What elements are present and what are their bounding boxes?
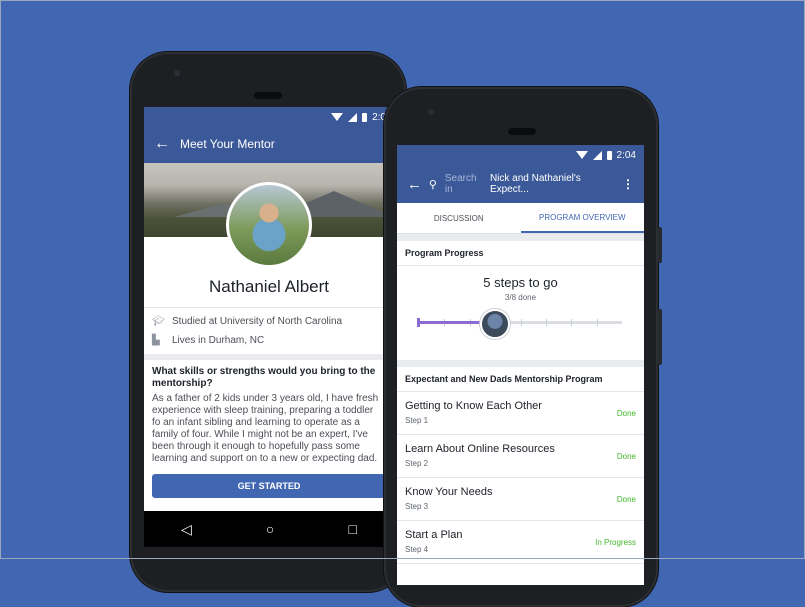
list-item[interactable]: Learn About Online Resources Step 2 Done (397, 435, 644, 478)
step-title: Learn About Online Resources (405, 443, 555, 455)
program-title: Expectant and New Dads Mentorship Progra… (397, 367, 644, 392)
back-arrow-icon[interactable]: ← (154, 135, 180, 153)
step-title: Know Your Needs (405, 486, 493, 498)
location-text: Lives in Durham, NC (172, 335, 265, 346)
list-item[interactable]: Getting to Know Each Other Step 1 Done (397, 392, 644, 435)
wifi-icon (331, 113, 344, 121)
step-list: Getting to Know Each Other Step 1 Done L… (397, 392, 644, 564)
status-time: 2:04 (616, 149, 636, 161)
profile-avatar[interactable] (226, 182, 312, 268)
education-row: 🎓︎ Studied at University of North Caroli… (144, 312, 394, 331)
speaker-grille (254, 92, 282, 99)
question-heading: What skills or strengths would you bring… (152, 366, 376, 389)
speaker-grille (508, 128, 536, 135)
tab-discussion[interactable]: DISCUSSION (397, 203, 521, 233)
progress-track (417, 318, 622, 327)
nav-home-icon[interactable]: ○ (266, 521, 274, 537)
tab-bar: DISCUSSION PROGRAM OVERVIEW (397, 203, 644, 234)
steps-to-go: 5 steps to go (483, 275, 558, 290)
done-count: 3/8 done (504, 293, 537, 302)
get-started-button[interactable]: GET STARTED (152, 474, 386, 498)
page-title: Meet Your Mentor (180, 137, 275, 151)
search-icon: ⚲ (428, 178, 437, 191)
android-nav-bar: ◁ ○ □ (144, 511, 394, 547)
list-item[interactable]: Know Your Needs Step 3 Done (397, 478, 644, 521)
step-status: Done (616, 452, 636, 461)
step-status: In Progress (595, 538, 636, 547)
location-row: ▙ Lives in Durham, NC (144, 331, 394, 350)
list-item[interactable]: Start a Plan Step 4 In Progress (397, 521, 644, 564)
app-header: 2:04 ← ⚲ Search in Nick and Nathaniel's … (397, 145, 644, 203)
step-status: Done (616, 409, 636, 418)
progress-section-title: Program Progress (397, 241, 644, 266)
progress-tick (520, 319, 522, 326)
status-bar: 2:04 (397, 145, 644, 165)
battery-icon (362, 112, 368, 122)
back-arrow-icon[interactable]: ← (407, 176, 429, 193)
phone-right: 2:04 ← ⚲ Search in Nick and Nathaniel's … (384, 87, 662, 607)
front-camera (174, 70, 180, 76)
wifi-icon (575, 151, 588, 159)
nav-back-icon[interactable]: ◁ (181, 521, 192, 538)
step-number: Step 3 (405, 502, 429, 511)
profile-name: Nathaniel Albert (208, 277, 330, 296)
progress-tick (545, 319, 547, 326)
progress-tick (571, 319, 573, 326)
progress-box: 5 steps to go 3/8 done (397, 266, 644, 360)
app-header: 2:0 ← Meet Your Mentor (144, 107, 394, 163)
building-icon: ▙ (152, 335, 160, 346)
phone-left: 2:0 ← Meet Your Mentor Nathaniel Albert … (130, 52, 406, 592)
progress-avatar-marker (480, 309, 511, 339)
right-screen: 2:04 ← ⚲ Search in Nick and Nathaniel's … (397, 145, 644, 585)
left-screen: 2:0 ← Meet Your Mentor Nathaniel Albert … (144, 107, 394, 547)
graduation-cap-icon: 🎓︎ (152, 316, 165, 327)
step-title: Getting to Know Each Other (405, 400, 542, 412)
power-button (658, 309, 662, 365)
education-text: Studied at University of North Carolina (172, 316, 343, 327)
progress-tick (596, 319, 598, 326)
battery-icon (606, 150, 612, 160)
signal-icon (592, 150, 602, 160)
search-group-name[interactable]: Nick and Nathaniel's Expect... (490, 173, 622, 195)
answer-text: As a father of 2 kids under 3 years old,… (152, 393, 379, 464)
search-placeholder[interactable]: Search in (445, 173, 487, 195)
front-camera (428, 109, 434, 115)
nav-recent-icon[interactable]: □ (348, 521, 356, 537)
tab-program-overview[interactable]: PROGRAM OVERVIEW (520, 203, 644, 233)
more-options-icon[interactable]: ⋮ (622, 177, 634, 191)
step-status: Done (616, 495, 636, 504)
volume-button (658, 227, 662, 263)
step-number: Step 2 (405, 459, 429, 468)
step-number: Step 1 (405, 416, 429, 425)
signal-icon (348, 112, 358, 122)
status-bar: 2:0 (144, 107, 394, 127)
